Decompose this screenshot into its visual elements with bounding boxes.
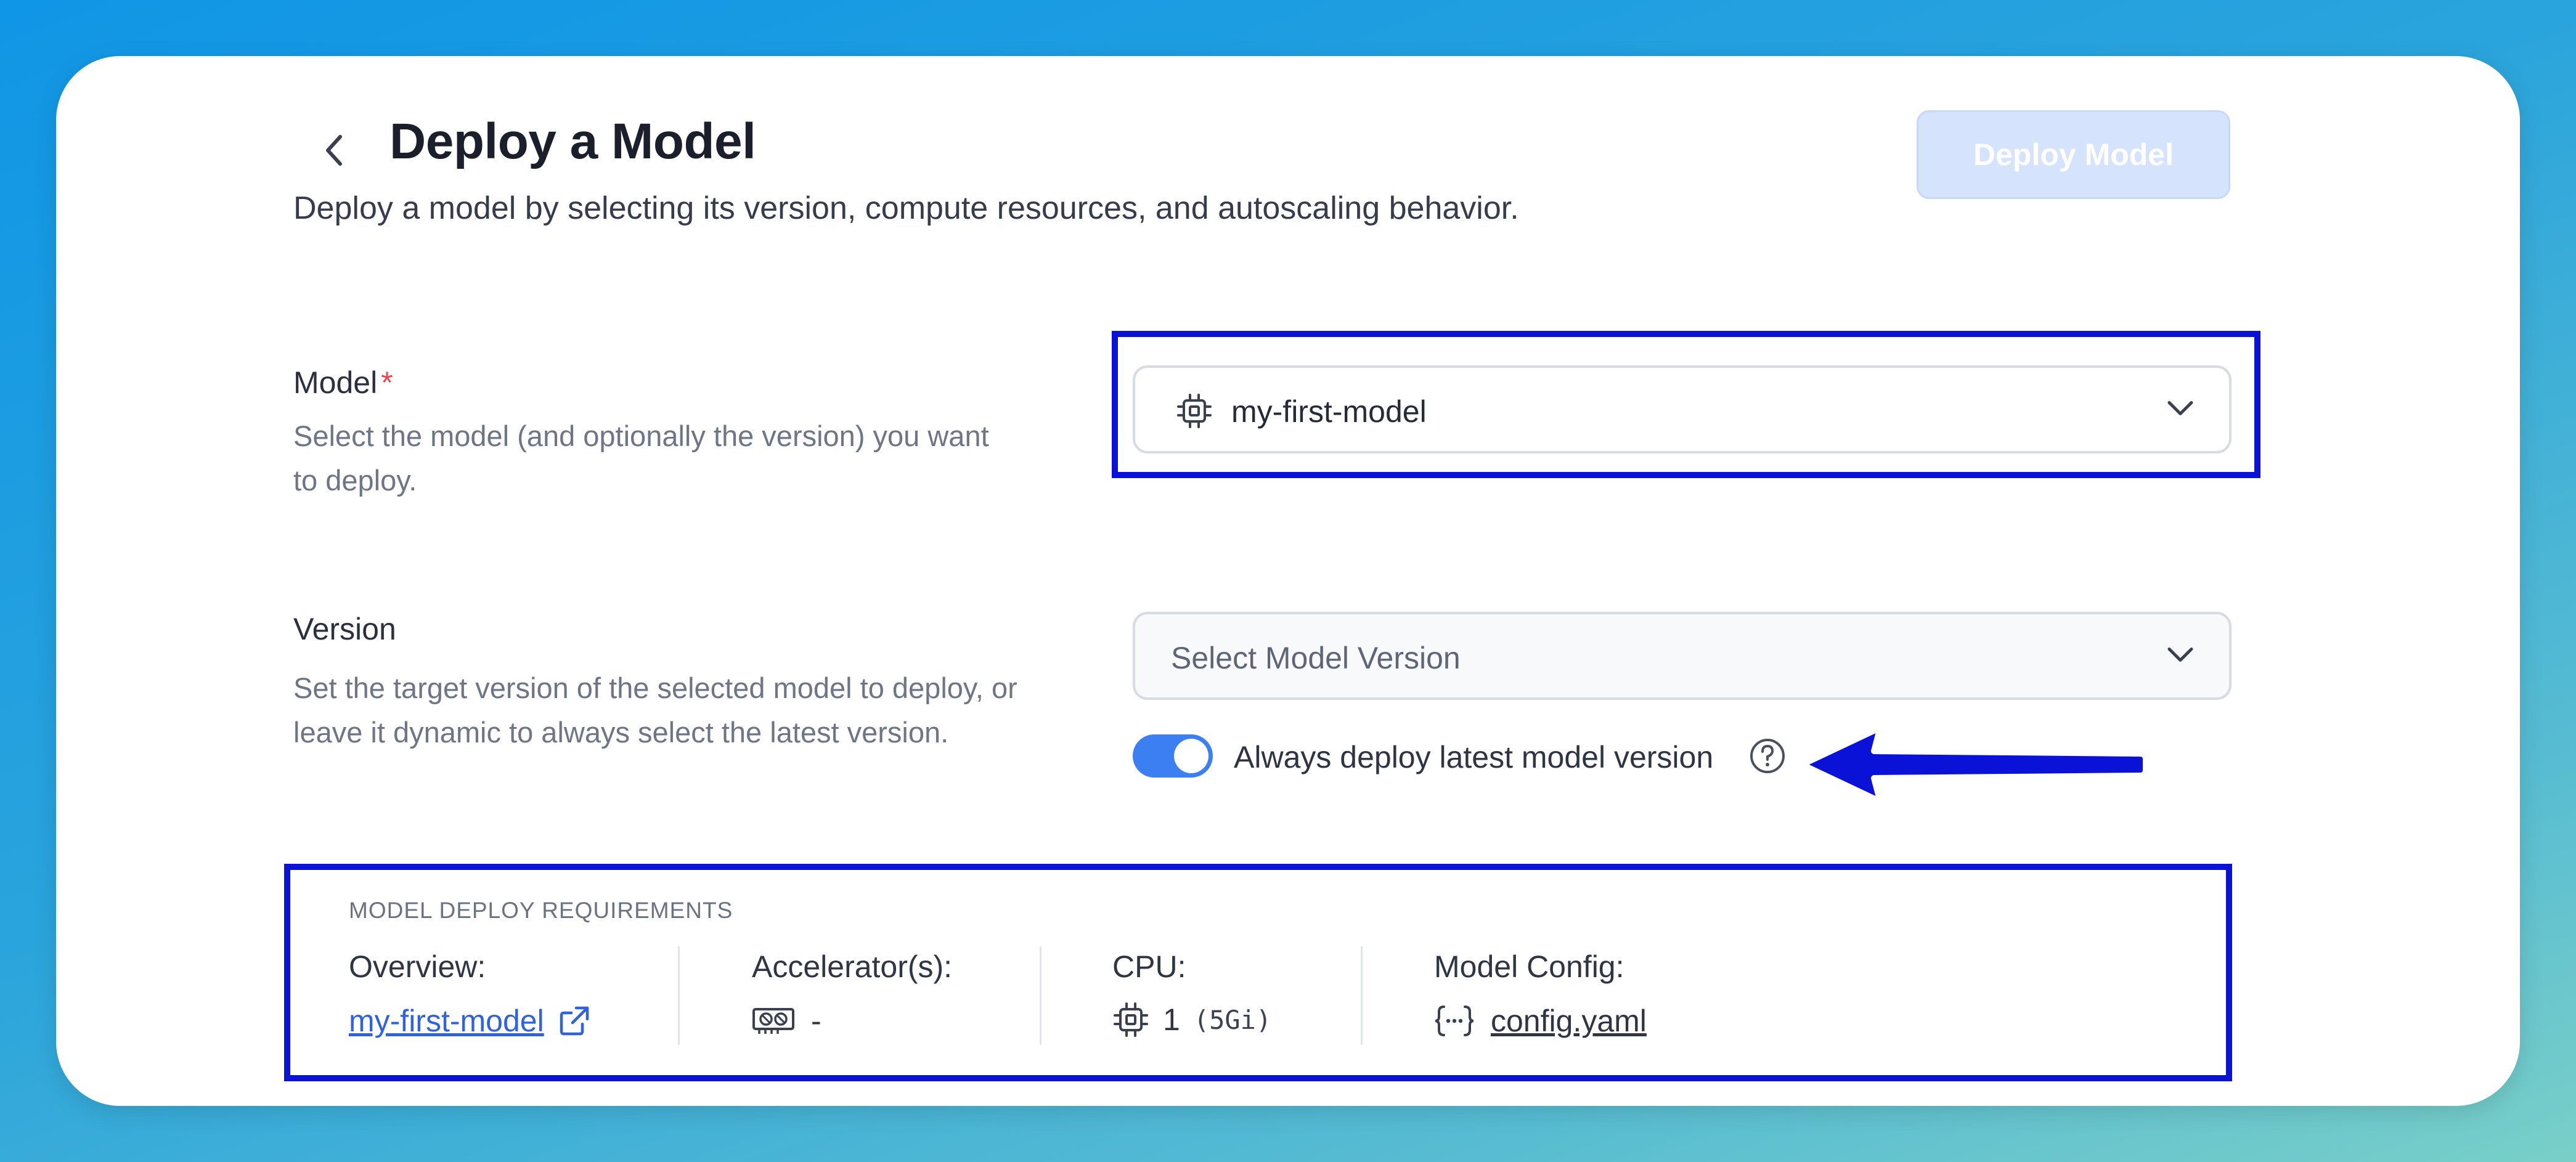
deploy-model-card: Deploy a Model Deploy a model by selecti… bbox=[56, 56, 2520, 1106]
model-config-group: config.yaml bbox=[1434, 1003, 1647, 1039]
annotation-arrow bbox=[1797, 721, 2179, 811]
page-subtitle: Deploy a model by selecting its version,… bbox=[293, 190, 1519, 226]
deploy-model-button[interactable]: Deploy Model bbox=[1917, 110, 2230, 199]
accelerator-value: - bbox=[811, 1004, 821, 1038]
model-select-value: my-first-model bbox=[1231, 394, 1427, 429]
requirements-title: MODEL DEPLOY REQUIREMENTS bbox=[349, 898, 733, 923]
cpu-chip-icon bbox=[1112, 1001, 1149, 1038]
version-help-text: Set the target version of the selected m… bbox=[293, 672, 1017, 749]
always-latest-toggle[interactable] bbox=[1133, 734, 1213, 778]
required-mark: * bbox=[381, 365, 393, 400]
code-braces-icon bbox=[1434, 1004, 1475, 1038]
cpu-value: 1 bbox=[1163, 1002, 1180, 1037]
chevron-left-icon bbox=[326, 135, 342, 166]
model-select[interactable]: my-first-model bbox=[1133, 365, 2232, 453]
column-divider bbox=[1040, 946, 1041, 1045]
cpu-memory: (5Gi) bbox=[1193, 1004, 1272, 1035]
help-circle-icon[interactable] bbox=[1749, 737, 1786, 778]
model-help-text: Select the model (and optionally the ver… bbox=[293, 420, 989, 497]
requirements-annotation-box bbox=[284, 864, 2232, 1081]
always-latest-label: Always deploy latest model version bbox=[1234, 740, 1714, 774]
chevron-down-icon bbox=[2166, 645, 2195, 667]
cpu-chip-icon bbox=[1176, 392, 1213, 433]
toggle-knob bbox=[1174, 739, 1209, 773]
version-select[interactable]: Select Model Version bbox=[1133, 612, 2232, 700]
column-divider bbox=[678, 946, 680, 1045]
version-select-placeholder: Select Model Version bbox=[1171, 641, 1461, 675]
config-file-link[interactable]: config.yaml bbox=[1491, 1003, 1647, 1039]
chevron-down-icon bbox=[2166, 399, 2195, 420]
accelerator-label: Accelerator(s): bbox=[752, 949, 953, 984]
column-divider bbox=[1361, 946, 1363, 1045]
model-label-text: Model bbox=[293, 365, 378, 400]
accelerator-value-group: - bbox=[752, 1003, 821, 1039]
model-config-label: Model Config: bbox=[1434, 949, 1624, 984]
overview-link-group: my-first-model bbox=[349, 1003, 591, 1039]
overview-link[interactable]: my-first-model bbox=[349, 1003, 544, 1039]
page-title: Deploy a Model bbox=[389, 113, 756, 169]
model-label: Model * bbox=[293, 364, 393, 401]
cpu-label: CPU: bbox=[1112, 949, 1186, 984]
external-link-icon[interactable] bbox=[558, 1004, 591, 1038]
back-button[interactable] bbox=[309, 126, 359, 175]
version-label: Version bbox=[293, 612, 396, 646]
gpu-card-icon bbox=[752, 1006, 795, 1036]
overview-label: Overview: bbox=[349, 949, 486, 984]
cpu-value-group: 1 (5Gi) bbox=[1112, 1001, 1271, 1038]
